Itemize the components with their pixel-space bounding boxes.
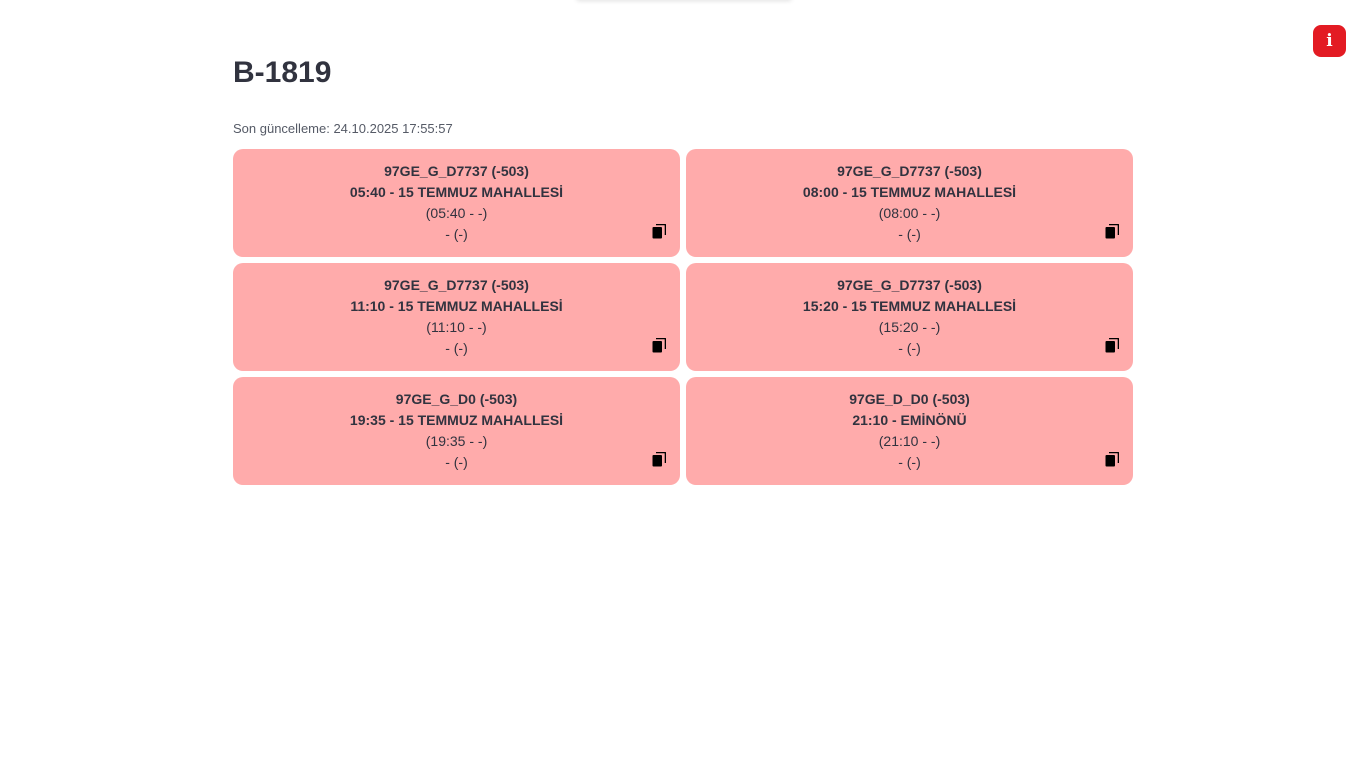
info-icon: i xyxy=(1326,31,1333,51)
trip-detail: (05:40 - -) xyxy=(425,205,488,221)
trip-route: 97GE_D_D0 (-503) xyxy=(849,391,970,407)
page-title: B-1819 xyxy=(233,56,332,89)
trip-card[interactable]: 97GE_D_D0 (-503) 21:10 - EMİNÖNÜ (21:10 … xyxy=(686,377,1133,485)
trip-status: - (-) xyxy=(445,226,468,242)
trip-detail: (21:10 - -) xyxy=(878,433,941,449)
trip-departure: 19:35 - 15 TEMMUZ MAHALLESİ xyxy=(349,412,564,428)
trip-card[interactable]: 97GE_G_D7737 (-503) 05:40 - 15 TEMMUZ MA… xyxy=(233,149,680,257)
trip-route: 97GE_G_D7737 (-503) xyxy=(384,163,529,179)
trip-status: - (-) xyxy=(898,454,921,470)
trip-departure: 11:10 - 15 TEMMUZ MAHALLESİ xyxy=(350,298,563,314)
trip-departure: 21:10 - EMİNÖNÜ xyxy=(852,412,967,428)
copy-icon[interactable] xyxy=(1105,338,1119,353)
trip-status: - (-) xyxy=(445,340,468,356)
trip-route: 97GE_G_D7737 (-503) xyxy=(384,277,529,293)
trip-card[interactable]: 97GE_G_D7737 (-503) 08:00 - 15 TEMMUZ MA… xyxy=(686,149,1133,257)
trip-status: - (-) xyxy=(898,226,921,242)
copy-icon[interactable] xyxy=(652,338,666,353)
trip-departure: 15:20 - 15 TEMMUZ MAHALLESİ xyxy=(802,298,1017,314)
trip-detail: (19:35 - -) xyxy=(425,433,488,449)
trip-cards-grid: 97GE_G_D7737 (-503) 05:40 - 15 TEMMUZ MA… xyxy=(233,149,1133,485)
trip-detail: (08:00 - -) xyxy=(878,205,941,221)
info-button[interactable]: i xyxy=(1313,25,1346,57)
trip-detail: (11:10 - -) xyxy=(426,319,487,335)
trip-departure: 05:40 - 15 TEMMUZ MAHALLESİ xyxy=(349,184,564,200)
last-updated-text: Son güncelleme: 24.10.2025 17:55:57 xyxy=(233,121,453,136)
trip-route: 97GE_G_D7737 (-503) xyxy=(837,163,982,179)
trip-card[interactable]: 97GE_G_D7737 (-503) 11:10 - 15 TEMMUZ MA… xyxy=(233,263,680,371)
copy-icon[interactable] xyxy=(652,452,666,467)
trip-route: 97GE_G_D7737 (-503) xyxy=(837,277,982,293)
trip-departure: 08:00 - 15 TEMMUZ MAHALLESİ xyxy=(802,184,1017,200)
trip-card[interactable]: 97GE_G_D0 (-503) 19:35 - 15 TEMMUZ MAHAL… xyxy=(233,377,680,485)
trip-detail: (15:20 - -) xyxy=(878,319,941,335)
copy-icon[interactable] xyxy=(1105,224,1119,239)
copy-icon[interactable] xyxy=(1105,452,1119,467)
trip-status: - (-) xyxy=(445,454,468,470)
copy-icon[interactable] xyxy=(652,224,666,239)
trip-route: 97GE_G_D0 (-503) xyxy=(395,391,518,407)
trip-card[interactable]: 97GE_G_D7737 (-503) 15:20 - 15 TEMMUZ MA… xyxy=(686,263,1133,371)
trip-status: - (-) xyxy=(898,340,921,356)
